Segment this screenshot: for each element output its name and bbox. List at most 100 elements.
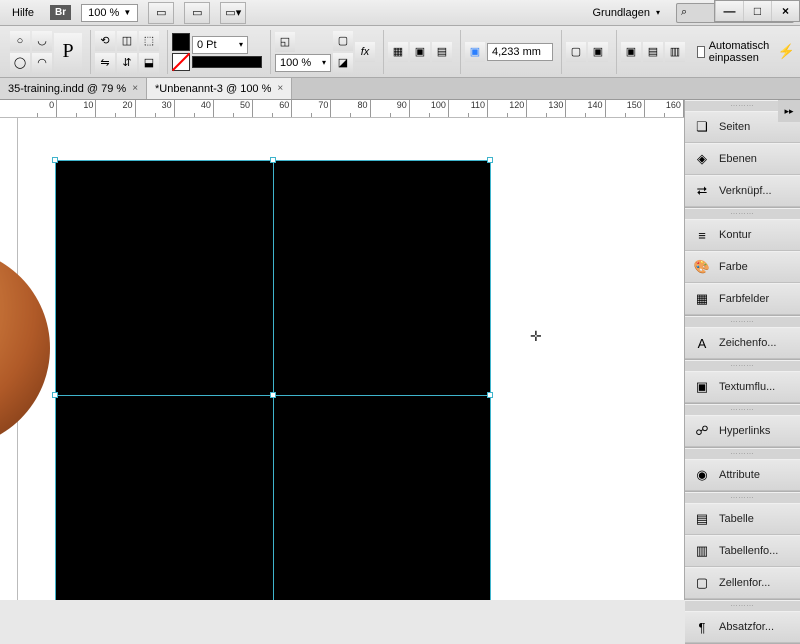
paragraph-style-icon[interactable]: P xyxy=(54,33,82,71)
rotate-icon[interactable]: ⟲ xyxy=(95,31,115,51)
doc-tab-2[interactable]: *Unbenannt-3 @ 100 % × xyxy=(147,78,292,99)
zoom-select[interactable]: 100 % ▼ xyxy=(81,4,138,22)
panel-item-zellenfor-[interactable]: ▢Zellenfor... xyxy=(685,567,800,599)
ruler-tick: 10 xyxy=(57,100,96,117)
menu-help[interactable]: Hilfe xyxy=(6,4,40,22)
panel-grip[interactable]: ⋯⋯⋯ xyxy=(685,361,800,371)
panel-icon: ◈ xyxy=(693,150,711,168)
view-options-icon[interactable]: ▭ xyxy=(148,2,174,24)
ruler-horizontal[interactable]: 0102030405060708090100110120130140150160 xyxy=(0,100,684,118)
wrap-bbox-icon[interactable]: ▣ xyxy=(410,42,430,62)
panel-grip[interactable]: ⋯⋯⋯ xyxy=(685,317,800,327)
panel-grip[interactable]: ⋯⋯⋯ xyxy=(685,405,800,415)
bridge-badge[interactable]: Br xyxy=(50,5,71,20)
panel-grip[interactable]: ⋯⋯⋯ xyxy=(685,493,800,503)
wrap-none-icon[interactable]: ▦ xyxy=(388,42,408,62)
panel-label: Textumflu... xyxy=(719,381,775,393)
close-button[interactable]: × xyxy=(771,1,799,21)
checkbox-icon xyxy=(697,46,705,58)
panel-grip[interactable]: ⋯⋯⋯ xyxy=(685,449,800,459)
screen-mode-icon[interactable]: ▭ xyxy=(184,2,210,24)
arrange-docs-icon[interactable]: ▭▾ xyxy=(220,2,246,24)
fit-frame-icon[interactable]: ▣ xyxy=(465,42,485,62)
maximize-button[interactable]: □ xyxy=(743,1,771,21)
panel-item-kontur[interactable]: ≡Kontur xyxy=(685,219,800,251)
panel-item-farbe[interactable]: 🎨Farbe xyxy=(685,251,800,283)
selection-handle[interactable] xyxy=(487,157,493,163)
scale-icon[interactable]: ◫ xyxy=(117,31,137,51)
doc-tab-1[interactable]: 35-training.indd @ 79 % × xyxy=(0,78,147,99)
close-icon[interactable]: × xyxy=(132,83,138,94)
drop-shadow-icon[interactable]: ◪ xyxy=(333,53,353,73)
ellipse2-tool-icon[interactable]: ◯ xyxy=(10,53,30,73)
panel-item-verkn-pf-[interactable]: ⮂Verknüpf... xyxy=(685,175,800,207)
panel-item-textumflu-[interactable]: ▣Textumflu... xyxy=(685,371,800,403)
panel-icon: ☍ xyxy=(693,422,711,440)
center-content-icon[interactable]: ▣ xyxy=(621,42,641,62)
clear-trans-icon[interactable]: ⬓ xyxy=(139,53,159,73)
image-object[interactable] xyxy=(0,248,50,448)
panel-label: Tabellenfo... xyxy=(719,545,778,557)
fit-content-icon[interactable]: ▢ xyxy=(566,42,586,62)
menubar: Hilfe Br 100 % ▼ ▭ ▭ ▭▾ Grundlagen ▾ ⌕ xyxy=(0,0,800,26)
arc-tool-icon[interactable]: ◡ xyxy=(32,31,52,51)
ruler-tick: 130 xyxy=(527,100,566,117)
minimize-button[interactable]: ― xyxy=(715,1,743,21)
panel-grip[interactable]: ⋯⋯⋯ xyxy=(685,209,800,219)
panel-item-tabelle[interactable]: ▤Tabelle xyxy=(685,503,800,535)
panel-item-ebenen[interactable]: ◈ Ebenen xyxy=(685,143,800,175)
effects-icon[interactable]: ▢ xyxy=(333,31,353,51)
canvas[interactable]: ✛ xyxy=(0,118,684,600)
selected-frame[interactable] xyxy=(55,160,490,600)
panel-icon: A xyxy=(693,334,711,352)
fliph-icon[interactable]: ⇋ xyxy=(95,53,115,73)
stroke-style-select[interactable] xyxy=(192,56,262,68)
flipv-icon[interactable]: ⇵ xyxy=(117,53,137,73)
stroke-weight-input[interactable]: 0 Pt▾ xyxy=(192,36,248,54)
ruler-tick: 40 xyxy=(175,100,214,117)
wrap-shape-icon[interactable]: ▤ xyxy=(432,42,452,62)
cursor-icon: ✛ xyxy=(530,328,542,345)
close-icon[interactable]: × xyxy=(277,83,283,94)
workspace-select[interactable]: Grundlagen ▾ xyxy=(586,5,666,21)
arc2-tool-icon[interactable]: ◠ xyxy=(32,53,52,73)
ruler-tick: 120 xyxy=(488,100,527,117)
corner-options-icon[interactable]: ◱ xyxy=(275,32,295,52)
panel-grip[interactable]: ⋯⋯⋯ xyxy=(685,601,800,611)
panel-label: Verknüpf... xyxy=(719,185,772,197)
fill-frame-icon[interactable]: ▣ xyxy=(588,42,608,62)
selection-handle[interactable] xyxy=(270,157,276,163)
fill-swatch[interactable] xyxy=(172,33,190,51)
selection-handle[interactable] xyxy=(52,392,58,398)
chevron-down-icon: ▼ xyxy=(123,8,131,17)
doc-tab-label: 35-training.indd @ 79 % xyxy=(8,83,126,95)
panel-item-tabellenfo-[interactable]: ▥Tabellenfo... xyxy=(685,535,800,567)
selection-handle[interactable] xyxy=(270,392,276,398)
ellipse-tool-icon[interactable]: ○ xyxy=(10,31,30,51)
panel-item-hyperlinks[interactable]: ☍ Hyperlinks xyxy=(685,415,800,447)
ruler-tick: 110 xyxy=(449,100,488,117)
panel-item-zeichenfo-[interactable]: AZeichenfo... xyxy=(685,327,800,359)
document-tabbar: 35-training.indd @ 79 % × *Unbenannt-3 @… xyxy=(0,78,800,100)
ruler-tick: 100 xyxy=(410,100,449,117)
selection-handle[interactable] xyxy=(487,392,493,398)
panel-item-farbfelder[interactable]: ▦Farbfelder xyxy=(685,283,800,315)
fit-prop-icon[interactable]: ▤ xyxy=(643,42,663,62)
opacity-input[interactable]: 100 %▾ xyxy=(275,54,331,72)
expand-panels-button[interactable]: ▸▸ xyxy=(778,100,800,122)
stroke-swatch[interactable] xyxy=(172,53,190,71)
shear-icon[interactable]: ⬚ xyxy=(139,31,159,51)
auto-fit-checkbox[interactable]: Automatisch einpassen xyxy=(697,40,774,64)
panel-item-attribute[interactable]: ◉Attribute xyxy=(685,459,800,491)
width-input[interactable]: 4,233 mm xyxy=(487,43,553,61)
panel-item-absatzfor-[interactable]: ¶Absatzfor... xyxy=(685,611,800,643)
selection-handle[interactable] xyxy=(52,157,58,163)
panel-label: Seiten xyxy=(719,121,750,133)
fx-icon[interactable]: fx xyxy=(355,42,375,62)
ruler-tick: 160 xyxy=(645,100,684,117)
quick-apply-icon[interactable]: ⚡ xyxy=(778,43,795,60)
panel-label: Ebenen xyxy=(719,153,757,165)
fit-frame2-icon[interactable]: ▥ xyxy=(665,42,685,62)
panel-label: Hyperlinks xyxy=(719,425,770,437)
panel-icon: ❏ xyxy=(693,118,711,136)
